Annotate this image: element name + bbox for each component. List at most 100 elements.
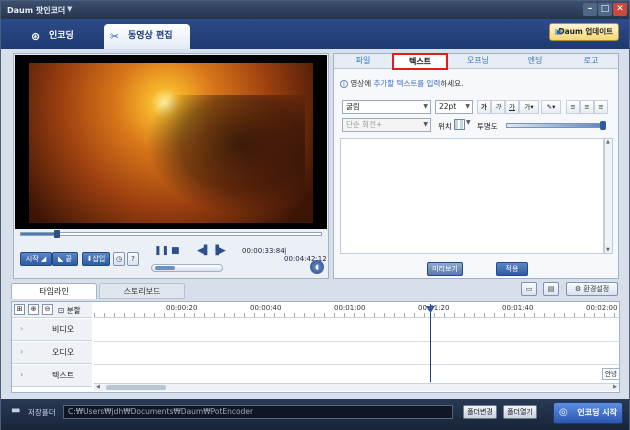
chevron-right-icon[interactable]: › xyxy=(20,324,23,333)
text-clip[interactable]: 안녕 xyxy=(602,368,620,380)
tab-ending-label: 엔딩 xyxy=(527,56,543,65)
scroll-up-icon[interactable]: ▲ xyxy=(606,139,610,145)
align-right-icon[interactable]: ≡ xyxy=(594,100,608,114)
mark-in-label: 시작 xyxy=(25,255,39,263)
scroll-down-icon[interactable]: ▼ xyxy=(606,247,610,253)
track-audio-label: 오디오 xyxy=(52,348,75,357)
save-icon[interactable]: ▤ xyxy=(543,282,559,296)
scroll-thumb[interactable] xyxy=(106,385,166,390)
timeline-toolbar: ⊞ ⊕ ⊖ ⊡ 분할 xyxy=(12,302,92,318)
hint-link: 추가할 텍스트를 입력 xyxy=(373,79,441,88)
track-audio[interactable]: › 오디오 xyxy=(12,342,92,364)
daum-update-button[interactable]: ▣ Daum 업데이트 xyxy=(549,23,619,41)
text-input-area[interactable] xyxy=(340,138,604,254)
opacity-slider[interactable] xyxy=(506,121,606,130)
seek-thumb[interactable] xyxy=(54,230,60,238)
tab-video-edit[interactable]: ✂ 동영상 편집 xyxy=(104,24,190,49)
speed-slider[interactable] xyxy=(151,264,223,272)
tab-video-edit-label: 동영상 편집 xyxy=(128,31,173,41)
scroll-left-icon[interactable]: ◀ xyxy=(96,384,100,390)
tab-encoding[interactable]: ⊛ 인코딩 xyxy=(27,24,89,49)
track-video[interactable]: › 비디오 xyxy=(12,319,92,341)
chevron-down-icon[interactable]: ▼ xyxy=(466,119,471,126)
highlight-color-button[interactable]: ✎▾ xyxy=(541,100,561,114)
bold-label: 가 xyxy=(481,103,487,111)
tab-timeline[interactable]: 타임라인 xyxy=(11,283,97,299)
mark-in-button[interactable]: 시작 ◢ xyxy=(20,252,52,266)
help-button[interactable]: ? xyxy=(127,252,139,266)
seek-bar-fill xyxy=(21,233,57,235)
align-left-icon[interactable]: ≡ xyxy=(566,100,580,114)
save-path-field[interactable]: C:₩Users₩jdh₩Documents₩Daum₩PotEncoder xyxy=(63,405,453,419)
chevron-right-icon[interactable]: › xyxy=(20,347,23,356)
font-select[interactable]: 굴림 ▼ xyxy=(342,100,431,114)
folder-icon: ▬ xyxy=(11,405,21,416)
tab-storyboard[interactable]: 스토리보드 xyxy=(99,283,185,299)
opacity-thumb[interactable] xyxy=(600,121,606,130)
clock-icon[interactable]: ◷ xyxy=(113,252,125,266)
playhead-line xyxy=(430,304,431,382)
ruler-tick: 00:00:40 xyxy=(250,304,282,312)
menu-dropdown-icon[interactable]: ▼ xyxy=(67,5,72,13)
pause-icon[interactable]: ❚❚ xyxy=(154,246,169,256)
apply-button[interactable]: 적용 xyxy=(496,262,528,276)
gear-icon: ⚙ xyxy=(574,285,582,293)
align-center-icon[interactable]: ≡ xyxy=(580,100,594,114)
split-button[interactable]: ⊡ 분할 xyxy=(58,305,81,316)
open-folder-button[interactable]: 폴더열기 xyxy=(503,405,537,419)
apply-label: 적용 xyxy=(505,265,519,273)
seek-bar[interactable] xyxy=(20,230,322,238)
bold-button[interactable]: 가 xyxy=(477,100,491,114)
minimize-button[interactable]: – xyxy=(583,3,597,16)
stop-icon[interactable]: ■ xyxy=(171,246,180,256)
tab-text[interactable]: 텍스트 xyxy=(392,53,448,70)
tab-file[interactable]: 파일 xyxy=(336,54,390,68)
text-effect-select[interactable]: 단순 회전+ ▼ xyxy=(342,118,431,132)
timeline-ruler[interactable]: 00:00:20 00:00:40 00:01:00 00:01:20 00:0… xyxy=(94,302,619,318)
zoom-in-icon[interactable]: ⊕ xyxy=(28,304,39,315)
video-preview[interactable] xyxy=(15,55,327,229)
text-area-scrollbar[interactable]: ▲ ▼ xyxy=(604,138,613,254)
info-icon: i xyxy=(340,80,348,88)
prev-frame-icon[interactable]: ◀▌ xyxy=(197,246,211,256)
italic-label: 가 xyxy=(495,103,501,111)
mark-out-button[interactable]: ◣ 끝 xyxy=(52,252,78,266)
split-label: 분할 xyxy=(66,306,81,315)
position-label: 위치 xyxy=(438,122,452,131)
preview-button[interactable]: 미리보기 xyxy=(427,262,463,276)
main-tab-bar: ⊛ 인코딩 ✂ 동영상 편집 xyxy=(1,19,629,49)
font-size-select[interactable]: 22pt ▼ xyxy=(435,100,473,114)
tab-encoding-label: 인코딩 xyxy=(49,31,74,41)
volume-icon[interactable]: ◖ xyxy=(310,260,324,274)
underline-button[interactable]: 가 xyxy=(505,100,519,114)
chevron-down-icon: ▼ xyxy=(423,103,428,110)
chevron-right-icon[interactable]: › xyxy=(20,370,23,379)
track-text[interactable]: › 텍스트 xyxy=(12,365,92,387)
text-color-button[interactable]: 가▾ xyxy=(519,100,539,114)
insert-label: 삽입 xyxy=(92,255,106,263)
position-grid-icon[interactable] xyxy=(454,119,465,130)
tab-file-label: 파일 xyxy=(355,56,371,65)
close-button[interactable]: ✕ xyxy=(613,3,627,16)
text-color-label: 가 xyxy=(524,103,531,111)
change-folder-button[interactable]: 폴더변경 xyxy=(463,405,497,419)
tab-opening[interactable]: 오프닝 xyxy=(450,54,506,68)
tab-ending[interactable]: 엔딩 xyxy=(508,54,562,68)
timeline-hscrollbar[interactable]: ◀ ▶ xyxy=(94,383,619,391)
zoom-out-icon[interactable]: ⊖ xyxy=(42,304,53,315)
settings-button[interactable]: ⚙ 환경설정 xyxy=(566,282,618,296)
text-clip-label: 안녕 xyxy=(605,370,617,378)
scroll-right-icon[interactable]: ▶ xyxy=(613,384,617,390)
start-encoding-button[interactable]: ◎ 인코딩 시작 xyxy=(553,402,623,424)
footer-bar: ▬ 저장폴더 C:₩Users₩jdh₩Documents₩Daum₩PotEn… xyxy=(1,399,629,430)
insert-button[interactable]: ⬇삽입 xyxy=(82,252,110,266)
fit-icon[interactable]: ⊞ xyxy=(14,304,25,315)
track-video-label: 비디오 xyxy=(52,325,75,334)
tab-logo[interactable]: 로고 xyxy=(564,54,618,68)
italic-button[interactable]: 가 xyxy=(491,100,505,114)
maximize-button[interactable]: □ xyxy=(598,3,612,16)
next-frame-icon[interactable]: ▐▶ xyxy=(212,246,226,256)
folder-icon[interactable]: ▭ xyxy=(521,282,537,296)
track-divider xyxy=(94,364,619,365)
daum-update-label: Daum 업데이트 xyxy=(558,27,613,36)
